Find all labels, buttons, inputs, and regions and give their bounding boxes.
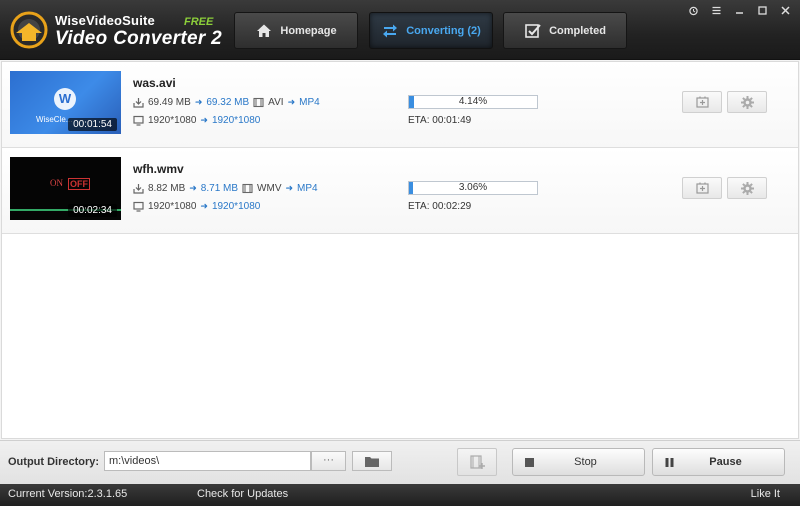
source-format: AVI bbox=[268, 97, 284, 108]
output-format: MP4 bbox=[299, 97, 320, 108]
tab-converting-label: Converting (2) bbox=[406, 24, 481, 37]
film-icon bbox=[253, 97, 264, 108]
thumbnail-logo-letter: W bbox=[58, 91, 72, 106]
video-duration: 00:02:34 bbox=[68, 204, 117, 217]
tab-completed-label: Completed bbox=[549, 24, 606, 37]
video-thumbnail: W WiseCle... 00:01:54 bbox=[10, 71, 121, 134]
output-format: MP4 bbox=[297, 183, 318, 194]
add-files-button[interactable] bbox=[457, 448, 497, 476]
open-folder-button[interactable] bbox=[352, 451, 392, 471]
thumbnail-text: OFF bbox=[68, 178, 90, 190]
pause-icon bbox=[665, 458, 674, 467]
resolution-info: 1920*1080 ➜ 1920*1080 bbox=[133, 115, 260, 126]
version-text: Current Version:2.3.1.65 bbox=[8, 488, 128, 500]
folder-icon bbox=[365, 456, 379, 467]
settings-button[interactable] bbox=[727, 91, 767, 113]
title-bar: WiseVideoSuite FREE Video Converter 2 Ho… bbox=[0, 0, 800, 60]
thumbnail-caption: WiseCle... bbox=[36, 115, 73, 124]
check-updates-link[interactable]: Check for Updates bbox=[197, 488, 288, 500]
add-to-queue-button[interactable] bbox=[682, 91, 722, 113]
brand-free-badge: FREE bbox=[184, 16, 214, 28]
source-format: WMV bbox=[257, 183, 282, 194]
alarm-button[interactable] bbox=[685, 3, 702, 17]
file-name: wfh.wmv bbox=[133, 162, 184, 176]
eta-text: ETA: 00:01:49 bbox=[408, 115, 472, 126]
arrow-right-icon: ➜ bbox=[189, 183, 197, 193]
thumbnail-text: ON bbox=[50, 178, 63, 188]
film-icon bbox=[242, 183, 253, 194]
output-size: 69.32 MB bbox=[206, 97, 250, 108]
progress-bar: 3.06% bbox=[408, 181, 538, 195]
source-resolution: 1920*1080 bbox=[148, 201, 197, 212]
monitor-icon bbox=[133, 201, 144, 212]
progress-percent: 3.06% bbox=[458, 182, 488, 193]
eta-text: ETA: 00:02:29 bbox=[408, 201, 472, 212]
maximize-icon bbox=[758, 5, 767, 15]
file-size-icon bbox=[133, 98, 144, 108]
maximize-button[interactable] bbox=[754, 3, 771, 17]
tab-homepage[interactable]: Homepage bbox=[234, 12, 358, 49]
output-directory-label: Output Directory: bbox=[8, 456, 100, 468]
arrow-right-icon: ➜ bbox=[200, 201, 208, 211]
close-icon bbox=[781, 5, 790, 15]
source-resolution: 1920*1080 bbox=[148, 115, 197, 126]
size-format-info: 69.49 MB ➜ 69.32 MB AVI ➜ MP4 bbox=[133, 97, 320, 108]
stop-icon bbox=[525, 458, 534, 467]
minimize-icon bbox=[736, 11, 743, 14]
window-controls bbox=[685, 3, 794, 17]
like-it-link[interactable]: Like It bbox=[751, 488, 780, 500]
status-bar: Current Version:2.3.1.65 Check for Updat… bbox=[0, 484, 800, 506]
browse-button[interactable]: ··· bbox=[311, 451, 346, 471]
video-thumbnail: ON OFF 00:02:34 bbox=[10, 157, 121, 220]
output-resolution: 1920*1080 bbox=[211, 201, 261, 212]
output-size: 8.71 MB bbox=[200, 183, 239, 194]
source-size: 69.49 MB bbox=[148, 97, 191, 108]
gear-icon bbox=[740, 95, 754, 109]
stop-button[interactable]: Stop bbox=[512, 448, 645, 476]
menu-button[interactable] bbox=[708, 3, 725, 17]
home-icon bbox=[257, 24, 272, 37]
bottom-toolbar: Output Directory: m:\videos\ ··· Stop Pa… bbox=[0, 440, 800, 484]
task-row[interactable]: W WiseCle... 00:01:54 was.avi 69.49 MB ➜… bbox=[2, 62, 798, 148]
film-add-icon bbox=[695, 182, 709, 194]
arrow-right-icon: ➜ bbox=[287, 97, 296, 107]
arrow-right-icon: ➜ bbox=[200, 115, 208, 125]
size-format-info: 8.82 MB ➜ 8.71 MB WMV ➜ MP4 bbox=[133, 183, 318, 194]
output-resolution: 1920*1080 bbox=[211, 115, 261, 126]
resolution-info: 1920*1080 ➜ 1920*1080 bbox=[133, 201, 260, 212]
progress-bar: 4.14% bbox=[408, 95, 538, 109]
checkbox-icon bbox=[525, 23, 541, 38]
app-title: Video Converter 2 bbox=[55, 28, 222, 49]
video-duration: 00:01:54 bbox=[68, 118, 117, 131]
tab-homepage-label: Homepage bbox=[280, 24, 337, 37]
minimize-button[interactable] bbox=[731, 3, 748, 17]
film-add-icon bbox=[470, 455, 485, 469]
progress-percent: 4.14% bbox=[458, 96, 488, 107]
film-add-icon bbox=[695, 96, 709, 108]
gear-icon bbox=[740, 181, 754, 195]
app-logo-icon bbox=[10, 11, 48, 49]
file-size-icon bbox=[133, 184, 144, 194]
conversion-list: W WiseCle... 00:01:54 was.avi 69.49 MB ➜… bbox=[1, 61, 799, 439]
brand-name: WiseVideoSuite bbox=[55, 13, 155, 28]
arrow-right-icon: ➜ bbox=[194, 97, 203, 107]
tab-converting[interactable]: Converting (2) bbox=[369, 12, 493, 49]
close-button[interactable] bbox=[777, 3, 794, 17]
file-name: was.avi bbox=[133, 76, 176, 90]
alarm-clock-icon bbox=[689, 6, 698, 15]
convert-arrows-icon bbox=[383, 24, 398, 37]
settings-button[interactable] bbox=[727, 177, 767, 199]
pause-button[interactable]: Pause bbox=[652, 448, 785, 476]
source-size: 8.82 MB bbox=[148, 183, 186, 194]
arrow-right-icon: ➜ bbox=[285, 183, 294, 193]
monitor-icon bbox=[133, 115, 144, 126]
tab-completed[interactable]: Completed bbox=[503, 12, 627, 49]
output-directory-input[interactable]: m:\videos\ bbox=[104, 451, 311, 471]
task-row[interactable]: ON OFF 00:02:34 wfh.wmv 8.82 MB ➜ 8.71 M… bbox=[2, 148, 798, 234]
menu-icon bbox=[712, 6, 721, 14]
add-to-queue-button[interactable] bbox=[682, 177, 722, 199]
